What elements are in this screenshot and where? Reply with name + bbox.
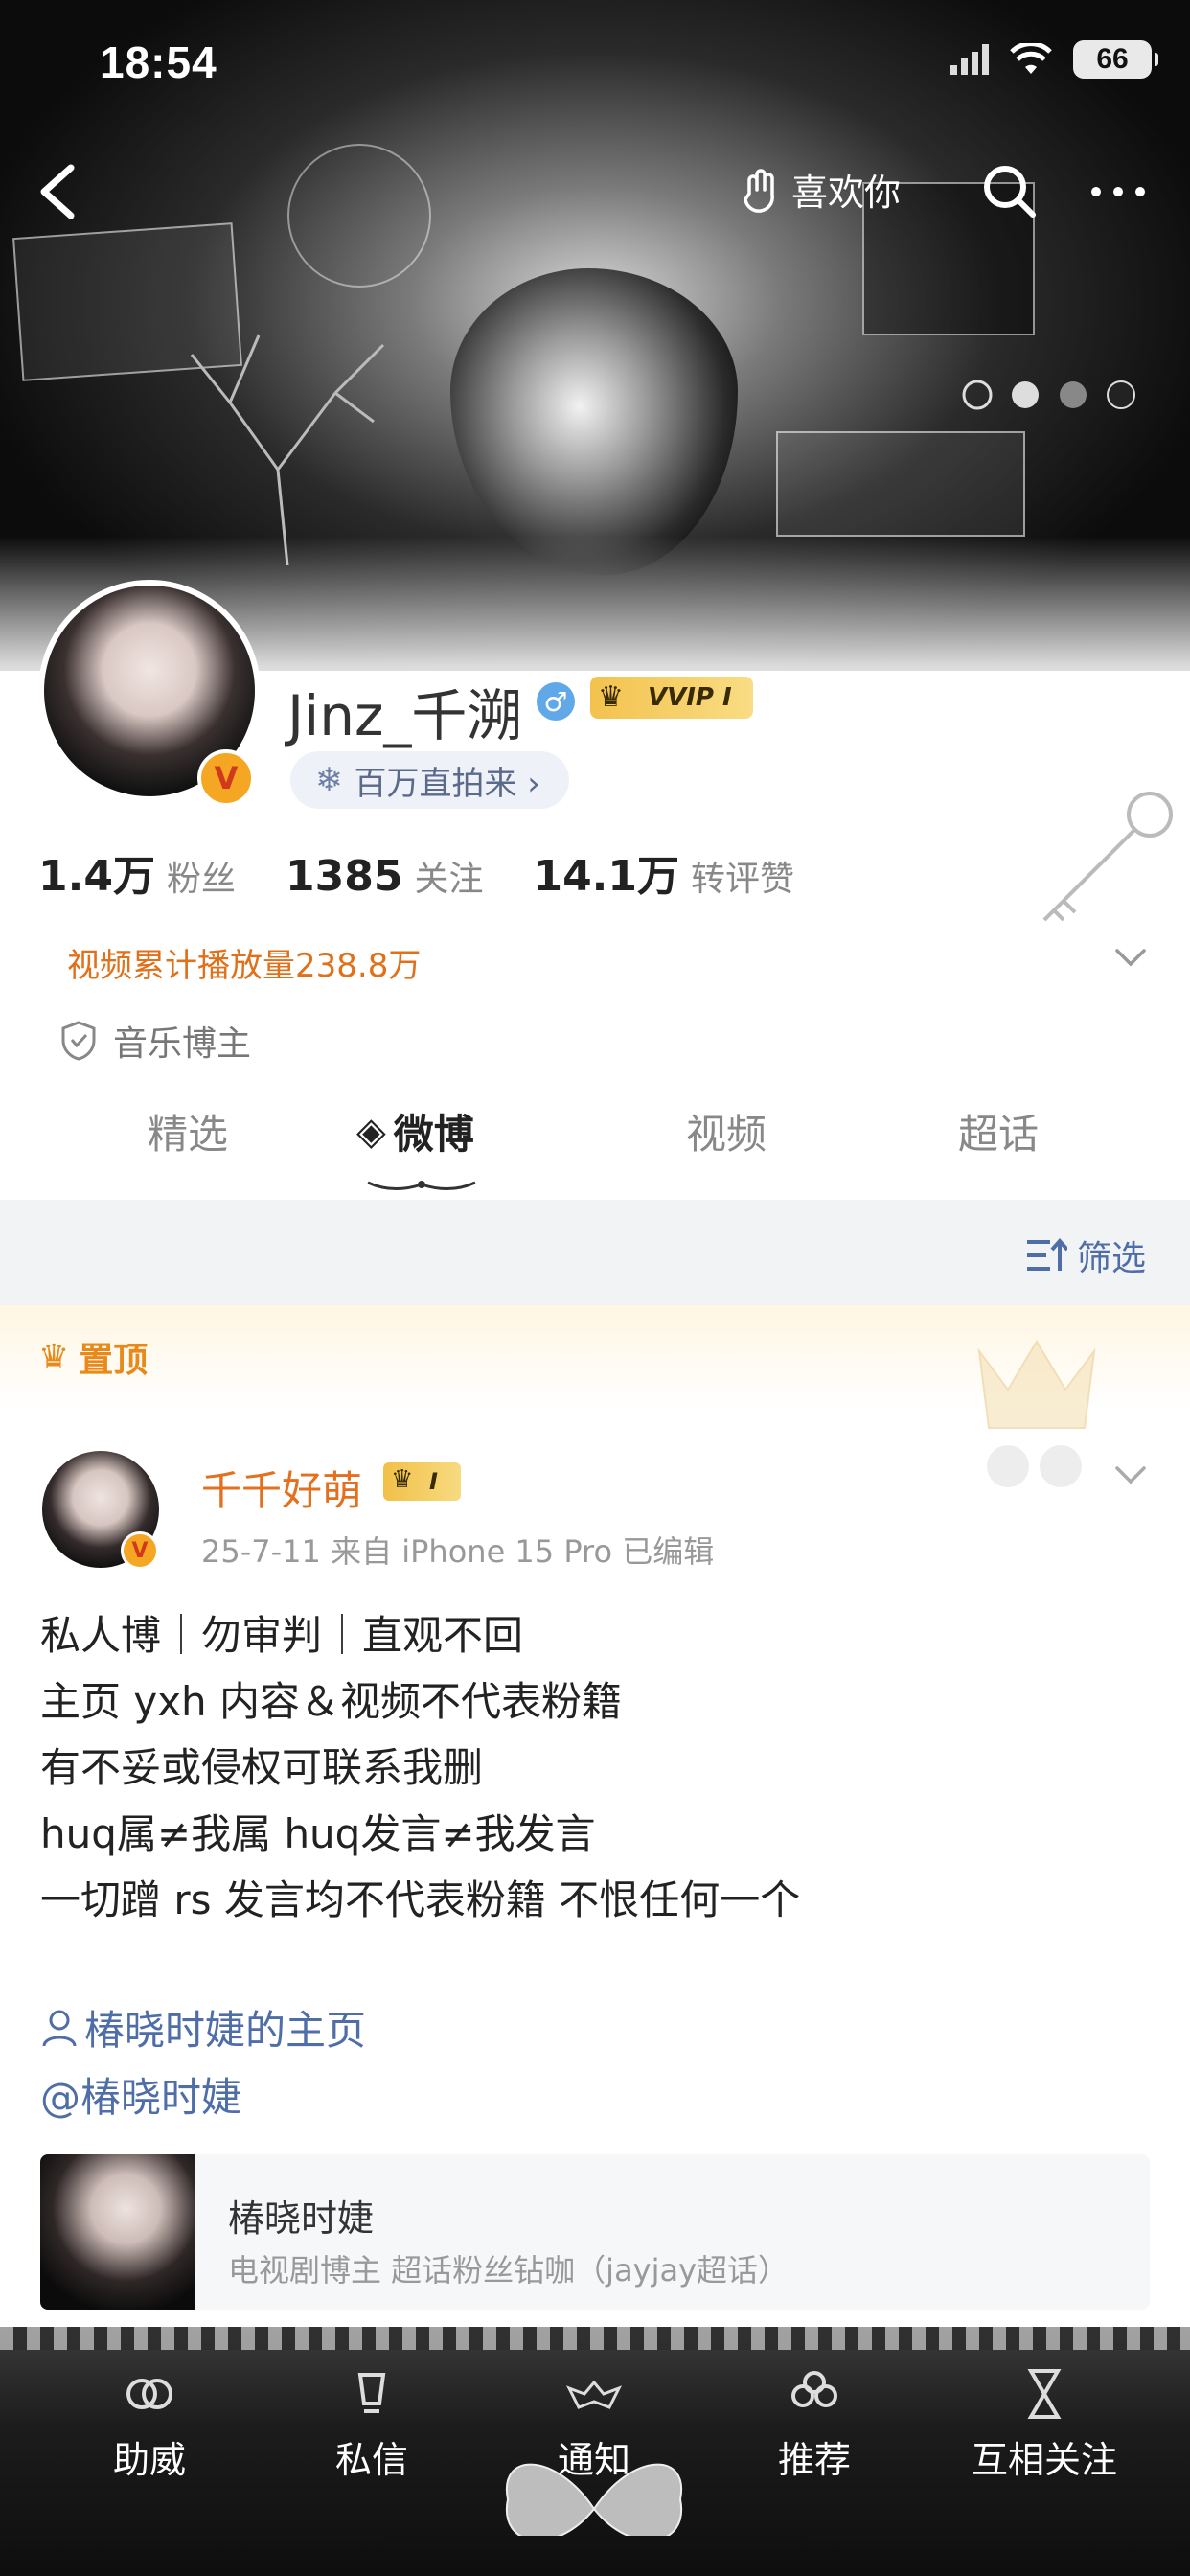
cheer-button[interactable]: 助威 [73, 2365, 226, 2483]
filter-icon [1026, 1237, 1067, 1271]
tab-weibo[interactable]: ◈ 微博 [356, 1102, 474, 1161]
profile-username: Jinz_千溯 [287, 683, 523, 748]
video-views-text: 视频累计播放量238.8万 [67, 947, 422, 985]
stat-label: 粉丝 [166, 860, 236, 899]
recommend-button[interactable]: 推荐 [738, 2365, 891, 2483]
stat-followers[interactable]: 1.4万 粉丝 [38, 841, 236, 903]
mutual-follow-label: 互相关注 [971, 2439, 1117, 2481]
post-line: 主页 yxh 内容＆视频不代表粉籍 [40, 1678, 623, 1725]
search-icon[interactable] [979, 161, 1039, 220]
creator-tag-label: 音乐博主 [113, 1024, 252, 1064]
key-decoration [1042, 792, 1173, 922]
post-line: 私人博｜勿审判｜直观不回 [40, 1612, 524, 1659]
ticket-decoration [776, 431, 1025, 537]
profile-home-link[interactable]: 椿晓时婕的主页 [40, 1998, 366, 2057]
recommend-label: 推荐 [777, 2439, 851, 2481]
status-icons: 66 [950, 40, 1158, 79]
chevron-down-icon[interactable] [1111, 1460, 1150, 1489]
tab-active-indicator [367, 1181, 476, 1190]
cheer-label: 助威 [112, 2439, 186, 2481]
notify-button[interactable]: 通知 [517, 2365, 671, 2483]
message-button[interactable]: 私信 [295, 2365, 448, 2483]
vvip-badge[interactable]: ♛ VVIP I [590, 677, 753, 719]
user-card-avatar [40, 2154, 195, 2310]
mutual-follow-button[interactable]: 互相关注 [949, 2365, 1140, 2483]
pinned-text: 置顶 [79, 1341, 149, 1380]
vvip-label: VVIP I [648, 683, 732, 712]
crown-icon: ♛ [598, 680, 624, 714]
tab-featured[interactable]: 精选 [148, 1102, 228, 1161]
user-card[interactable]: 椿晓时婕 电视剧博主 超话粉丝钻咖（jayjay超话） [40, 2154, 1150, 2310]
lamp-icon [357, 2373, 386, 2413]
bat-icon [565, 2380, 623, 2409]
post-line: 有不妥或侵权可联系我删 [40, 1744, 484, 1791]
filter-label: 筛选 [1076, 1239, 1146, 1278]
crown-cats-decoration [977, 1340, 1096, 1487]
live-tag-label: 百万直拍来 › [354, 764, 540, 803]
creator-tag[interactable]: 音乐博主 [59, 1016, 251, 1066]
mention-link[interactable]: @椿晓时婕 [40, 2065, 241, 2124]
live-tag-button[interactable]: ❄ 百万直拍来 › [290, 751, 569, 809]
message-label: 私信 [334, 2439, 408, 2481]
shield-check-icon [61, 1021, 96, 1061]
swallow-decoration [287, 144, 431, 288]
hourglass-icon [1027, 2369, 1062, 2419]
person-icon [42, 2010, 77, 2046]
crown-icon: ♛ [391, 1465, 414, 1494]
stat-value: 1385 [285, 852, 403, 901]
verified-badge-icon: V [197, 749, 255, 807]
verified-badge-icon: V [121, 1531, 159, 1570]
post-body: 私人博｜勿审判｜直观不回 主页 yxh 内容＆视频不代表粉籍 有不妥或侵权可联系… [40, 1602, 1152, 1933]
stat-value: 1.4万 [38, 852, 155, 901]
tree-branches-decoration [190, 334, 385, 565]
post-meta: 25-7-11 来自 iPhone 15 Pro 已编辑 [201, 1533, 715, 1570]
moon-phases-decoration [962, 380, 1135, 410]
stat-interactions[interactable]: 14.1万 转评赞 [533, 841, 794, 903]
like-you-button[interactable]: 喜欢你 [738, 163, 901, 216]
profile-stats: 1.4万 粉丝 1385 关注 14.1万 转评赞 [38, 841, 844, 903]
stat-label: 关注 [414, 860, 484, 899]
knot-icon [126, 2379, 172, 2409]
tab-weibo-label: 微博 [393, 1111, 474, 1158]
crown-icon: ♛ [38, 1337, 70, 1377]
pinned-label: ♛ 置顶 [38, 1332, 148, 1382]
status-time: 18:54 [100, 37, 217, 87]
male-gender-icon: ♂ [537, 682, 575, 721]
like-you-label: 喜欢你 [791, 172, 902, 214]
more-options-icon[interactable] [1085, 172, 1152, 211]
back-arrow-icon[interactable] [27, 158, 94, 225]
heart-artwork [450, 268, 738, 575]
stat-value: 14.1万 [533, 852, 680, 901]
post-vip-badge[interactable]: ♛ I [383, 1462, 461, 1501]
profile-tabs: 精选 ◈ 微博 视频 超话 [0, 1102, 1190, 1198]
post-vip-label: I [429, 1468, 438, 1495]
lace-decoration [0, 2327, 1190, 2350]
battery-indicator: 66 [1073, 40, 1158, 79]
profile-home-link-label: 椿晓时婕的主页 [84, 2007, 367, 2054]
snowflake-icon: ❄ [315, 761, 343, 799]
user-card-subtitle: 电视剧博主 超话粉丝钻咖（jayjay超话） [228, 2252, 790, 2288]
filter-bar: 筛选 [0, 1200, 1190, 1305]
post-line: huq属≠我属 huq发言≠我发言 [40, 1810, 596, 1857]
hand-wave-icon [744, 168, 774, 213]
clover-icon [791, 2371, 837, 2407]
post-line: 一切蹭 rs 发言均不代表粉籍 不恨任何一个 [40, 1876, 801, 1923]
chevron-down-icon[interactable] [1111, 943, 1150, 972]
home-indicator [383, 2536, 807, 2549]
user-card-title: 椿晓时婕 [228, 2197, 375, 2240]
tab-supertopic[interactable]: 超话 [958, 1102, 1039, 1161]
post-author-name[interactable]: 千千好萌 [201, 1459, 362, 1517]
wifi-icon [1010, 43, 1052, 74]
tab-video[interactable]: 视频 [686, 1102, 767, 1161]
stat-following[interactable]: 1385 关注 [286, 851, 483, 901]
stat-label: 转评赞 [691, 860, 795, 899]
signal-icon [950, 44, 989, 75]
notify-label: 通知 [557, 2439, 630, 2481]
filter-button[interactable]: 筛选 [1025, 1230, 1146, 1280]
diamond-icon: ◈ [356, 1109, 386, 1154]
